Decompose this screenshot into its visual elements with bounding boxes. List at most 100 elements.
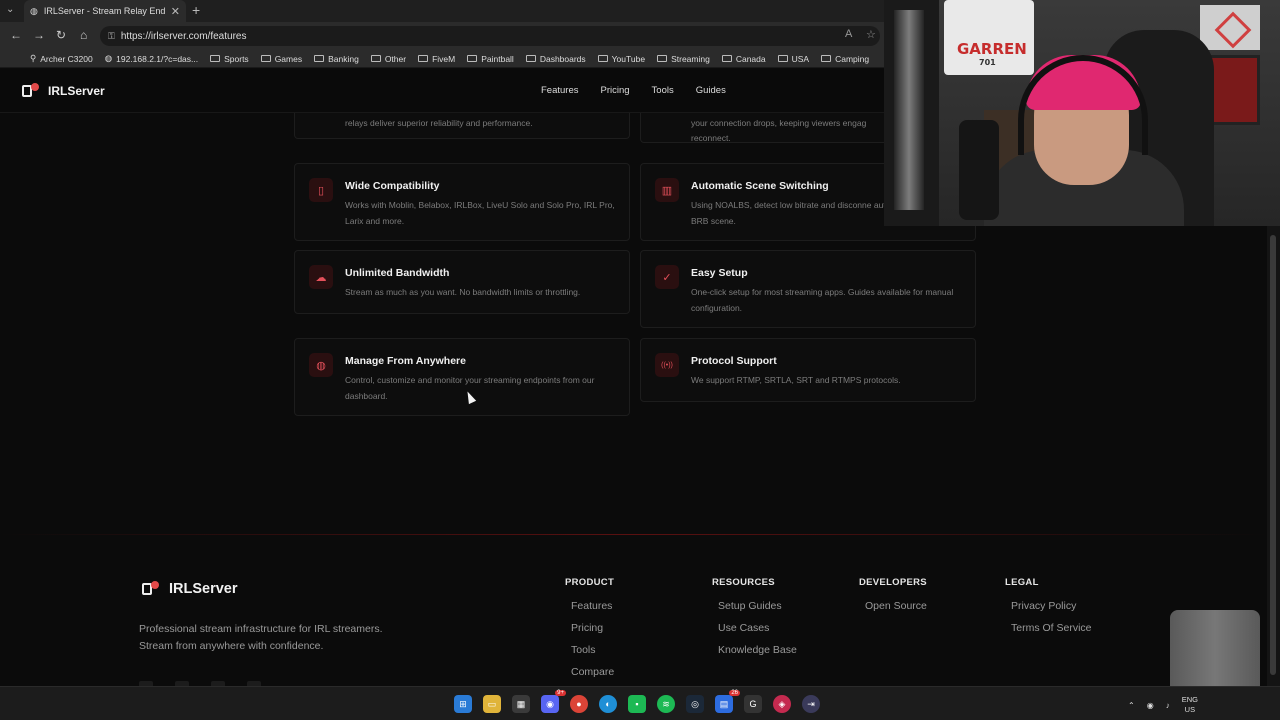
bookmark-item[interactable]: USA — [777, 53, 810, 64]
lock-icon: ⚿ — [108, 30, 115, 41]
footer-column-heading: RESOURCES — [712, 577, 775, 588]
bookmark-item[interactable]: Canada — [721, 53, 766, 64]
bookmark-label: Dashboards — [539, 53, 586, 64]
feature-title: Unlimited Bandwidth — [345, 267, 450, 279]
favorite-star-icon[interactable]: ☆ — [866, 28, 876, 41]
windows-start-icon[interactable]: ⊞ — [454, 695, 472, 713]
footer-link[interactable]: Features — [571, 600, 614, 612]
webcam-poster-text: GARREN — [957, 40, 1027, 58]
folder-icon — [260, 55, 271, 62]
nav-features[interactable]: Features — [541, 85, 579, 96]
nav-tools[interactable]: Tools — [652, 85, 674, 96]
url-input[interactable]: ⚿ https://irlserver.com/features — [100, 26, 880, 46]
bookmark-item[interactable]: Camping — [821, 54, 869, 64]
folder-icon — [314, 55, 325, 62]
footer-link[interactable]: Knowledge Base — [718, 644, 797, 656]
language-indicator[interactable]: ENG US — [1182, 695, 1198, 715]
file-explorer-icon[interactable]: ▭ — [483, 695, 501, 713]
footer-link[interactable]: Open Source — [865, 600, 927, 612]
feature-card: ▯ Wide Compatibility Works with Moblin, Be… — [294, 163, 630, 241]
bookmark-item[interactable]: FiveM — [418, 54, 455, 64]
feature-desc: Stream as much as you want. No bandwidth… — [345, 287, 581, 297]
tab-list-icon[interactable]: ⌄ — [6, 4, 14, 15]
microphone-icon[interactable]: ♪ — [1166, 701, 1170, 710]
feature-card: ((•)) Protocol Support We support RTMP, SR… — [640, 338, 976, 402]
feature-title: Automatic Scene Switching — [691, 180, 829, 192]
folder-icon — [777, 55, 788, 62]
nav-pricing[interactable]: Pricing — [601, 85, 630, 96]
close-tab-icon[interactable]: ✕ — [171, 5, 180, 18]
store-icon[interactable]: ▦ — [512, 695, 530, 713]
app-icon[interactable]: ⇥ — [802, 695, 820, 713]
edge-icon[interactable]: ◐ — [599, 695, 617, 713]
bookmark-item[interactable]: Paintball — [467, 54, 514, 64]
forward-icon[interactable]: → — [33, 28, 45, 42]
main-menu: Features Pricing Tools Guides — [541, 85, 726, 96]
bookmark-item[interactable]: Sports — [210, 54, 249, 64]
bookmark-label: FiveM — [432, 53, 456, 64]
feature-desc-line: reconnect. — [691, 133, 731, 143]
footer-logo[interactable]: IRLServer — [142, 580, 238, 598]
bookmark-item[interactable]: Banking — [314, 54, 359, 64]
footer-column-heading: LEGAL — [1005, 577, 1039, 588]
tray-app-icon[interactable]: ◉ — [1147, 701, 1154, 710]
feature-title: Easy Setup — [691, 267, 748, 279]
footer-column-legal: LEGAL Privacy Policy Terms Of Service — [1005, 577, 1092, 644]
nav-guides[interactable]: Guides — [696, 85, 726, 96]
footer-link[interactable]: Pricing — [571, 622, 614, 634]
app-badge: 26 — [729, 690, 740, 696]
bookmark-item[interactable]: Dashboards — [525, 53, 586, 64]
folder-icon — [370, 55, 381, 62]
footer-link[interactable]: Tools — [571, 644, 614, 656]
app-icon[interactable]: ◈ — [773, 695, 791, 713]
bookmark-label: Camping — [835, 53, 870, 64]
scrollbar-thumb[interactable] — [1270, 235, 1276, 675]
back-icon[interactable]: ← — [10, 28, 22, 42]
feature-title: Manage From Anywhere — [345, 355, 466, 367]
bookmark-item[interactable]: YouTube — [597, 54, 645, 64]
bookmark-label: USA — [791, 53, 810, 64]
tab-irlserver[interactable]: ◍ IRLServer - Stream Relay Endpoin ✕ — [24, 0, 186, 22]
bookmark-label: 192.168.2.1/?c=das... — [116, 53, 199, 64]
webcam-frame — [1200, 5, 1260, 50]
footer-link[interactable]: Compare — [571, 666, 614, 678]
app-icon[interactable]: ▤ 26 — [715, 690, 740, 713]
brand-name: IRLServer — [48, 84, 105, 98]
bookmark-item[interactable]: Games — [260, 53, 303, 64]
bookmark-label: Canada — [735, 53, 766, 64]
footer-link[interactable]: Terms Of Service — [1011, 622, 1092, 634]
discord-icon[interactable]: ◉ 9+ — [541, 690, 566, 713]
system-tray: ⌃ ◉ ♪ ENG US — [1128, 695, 1270, 715]
spotify-icon[interactable]: ≋ — [657, 695, 675, 713]
new-tab-icon[interactable]: + — [192, 2, 200, 18]
bookmark-item[interactable]: ⚲ Archer C3200 — [30, 53, 93, 64]
chevron-up-icon[interactable]: ⌃ — [1128, 701, 1135, 710]
discord-badge: 9+ — [555, 690, 566, 696]
app-icon[interactable]: ▪ — [628, 695, 646, 713]
bookmark-label: Games — [274, 53, 303, 64]
bookmark-item[interactable]: Streaming — [657, 54, 710, 64]
app-icon[interactable]: G — [744, 695, 762, 713]
steam-icon[interactable]: ◎ — [686, 695, 704, 713]
feature-desc: One-click setup for most streaming apps.… — [691, 287, 954, 313]
footer-link[interactable]: Setup Guides — [718, 600, 797, 612]
footer-brand-name: IRLServer — [169, 581, 238, 597]
site-logo[interactable]: IRLServer — [22, 82, 105, 100]
footer-link[interactable]: Use Cases — [718, 622, 797, 634]
feature-desc: Control, customize and monitor your stre… — [345, 375, 595, 401]
feature-desc-line: your connection drops, keeping viewers e… — [691, 118, 867, 128]
read-aloud-icon[interactable]: A — [845, 28, 852, 40]
webcam-overlay: GARREN 701 — [884, 0, 1280, 226]
bookmark-label: Paintball — [481, 53, 514, 64]
bookmark-item[interactable]: Other — [370, 54, 406, 64]
footer-link[interactable]: Privacy Policy — [1011, 600, 1092, 612]
footer-tagline: Professional stream infrastructure for I… — [139, 623, 383, 652]
feature-desc: relays deliver superior reliability and … — [345, 118, 533, 128]
bookmark-label: Banking — [328, 53, 359, 64]
bookmark-item[interactable]: ◍ 192.168.2.1/?c=das... — [105, 53, 198, 64]
home-icon[interactable]: ⌂ — [80, 28, 87, 42]
refresh-icon[interactable]: ↻ — [56, 28, 66, 42]
globe-icon: ◍ — [104, 53, 113, 63]
bookmark-label: Streaming — [671, 53, 710, 64]
chrome-icon[interactable]: ● — [570, 695, 588, 713]
